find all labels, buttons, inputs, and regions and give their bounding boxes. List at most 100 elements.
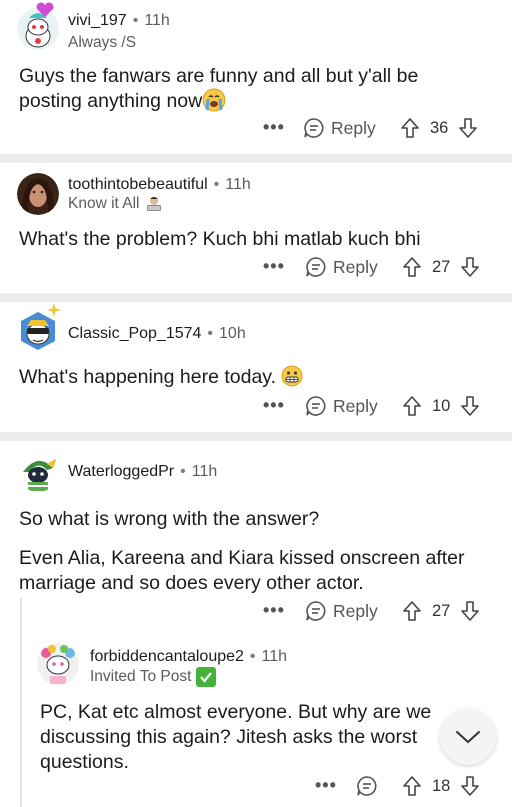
- vote-count: 36: [430, 118, 449, 137]
- comment-meta: vivi_197 • 11h: [68, 12, 170, 30]
- reply-button[interactable]: Reply: [305, 600, 378, 622]
- reply-icon: [306, 601, 326, 621]
- reply-icon: [357, 776, 377, 796]
- comment-meta: Classic_Pop_1574 • 10h: [68, 325, 246, 343]
- avatar[interactable]: [17, 173, 59, 215]
- vote-control: 36: [400, 117, 478, 139]
- person-at-laptop-emoji: [146, 197, 161, 211]
- downvote-icon[interactable]: [460, 395, 480, 417]
- reply-button[interactable]: Reply: [305, 395, 378, 417]
- avatar[interactable]: [37, 643, 79, 685]
- upvote-icon[interactable]: [402, 256, 422, 278]
- comment-line: marriage and so does every other actor.: [19, 572, 364, 594]
- comment-line: posting anything now: [19, 90, 203, 112]
- comment-actions: ••• Reply 27: [0, 598, 512, 626]
- reply-icon: [306, 396, 326, 416]
- user-flair: Know it All: [68, 195, 163, 213]
- comment-line: questions.: [40, 751, 129, 773]
- comment-line: What's happening here today.: [19, 366, 277, 388]
- comment-divider: [0, 432, 512, 441]
- separator-dot: •: [207, 325, 214, 342]
- reply-label: Reply: [333, 600, 378, 621]
- more-options-button[interactable]: •••: [263, 600, 285, 621]
- timestamp: 11h: [144, 12, 170, 29]
- separator-dot: •: [213, 176, 220, 193]
- user-flair: Invited To Post: [90, 667, 217, 687]
- downvote-icon[interactable]: [460, 600, 480, 622]
- snoo-avatar-icon: [37, 643, 79, 685]
- username[interactable]: Classic_Pop_1574: [68, 325, 201, 342]
- vote-control: 27: [402, 256, 480, 278]
- reply-button[interactable]: Reply: [303, 117, 376, 139]
- username[interactable]: vivi_197: [68, 12, 127, 29]
- upvote-icon[interactable]: [402, 395, 422, 417]
- comment-actions: ••• Reply 10: [0, 393, 512, 421]
- vote-count: 27: [432, 601, 451, 620]
- comment-line: discussing this again? Jitesh asks the w…: [40, 726, 418, 748]
- flair-text: Always /S: [68, 34, 137, 51]
- reply-icon: [304, 118, 324, 138]
- crying-face-emoji: [202, 88, 226, 112]
- comment-body: What's the problem? Kuch bhi matlab kuch…: [19, 227, 489, 252]
- comment-actions: ••• Reply 36: [0, 115, 512, 143]
- downvote-icon[interactable]: [460, 256, 480, 278]
- more-options-button[interactable]: •••: [263, 117, 285, 138]
- scroll-next-comment-button[interactable]: [440, 709, 496, 765]
- more-options-button[interactable]: •••: [263, 395, 285, 416]
- upvote-icon[interactable]: [400, 117, 420, 139]
- username[interactable]: WaterloggedPr: [68, 463, 174, 480]
- comment-meta: WaterloggedPr • 11h: [68, 463, 217, 481]
- flair-text: Know it All: [68, 195, 140, 212]
- comment-body: PC, Kat etc almost everyone. But why are…: [40, 700, 460, 775]
- reply-icon: [306, 257, 326, 277]
- timestamp: 11h: [225, 176, 251, 193]
- username[interactable]: toothintobebeautiful: [68, 176, 208, 193]
- check-mark-emoji: [196, 667, 217, 687]
- flair-text: Invited To Post: [90, 668, 192, 685]
- downvote-icon[interactable]: [460, 775, 480, 797]
- vote-control: 27: [402, 600, 480, 622]
- separator-dot: •: [132, 12, 139, 29]
- reply-label: Reply: [333, 256, 378, 277]
- photo-avatar-icon: [17, 173, 59, 215]
- vote-count: 10: [432, 396, 451, 415]
- comment-meta: forbiddencantaloupe2 • 11h: [90, 648, 287, 666]
- vote-count: 27: [432, 257, 451, 276]
- comment-actions: ••• Reply 27: [0, 254, 512, 282]
- reply-button[interactable]: Reply: [305, 256, 378, 278]
- user-flair: Always /S: [68, 34, 136, 52]
- chevron-down-icon: [456, 731, 480, 744]
- comment-line: So what is wrong with the answer?: [19, 508, 320, 530]
- username[interactable]: forbiddencantaloupe2: [90, 648, 244, 665]
- more-options-button[interactable]: •••: [315, 775, 337, 796]
- comment-line: What's the problem? Kuch bhi matlab kuch…: [19, 228, 421, 250]
- downvote-icon[interactable]: [458, 117, 478, 139]
- separator-dot: •: [180, 463, 186, 480]
- grimacing-face-emoji: [281, 365, 303, 387]
- comment-meta: toothintobebeautiful • 11h: [68, 176, 251, 194]
- comment-line: PC, Kat etc almost everyone. But why are…: [40, 701, 432, 723]
- comment-line: Guys the fanwars are funny and all but y…: [19, 65, 419, 87]
- comment-line-with-emoji: posting anything now: [19, 88, 489, 114]
- heart-badge-icon: [36, 2, 54, 17]
- upvote-icon[interactable]: [402, 775, 422, 797]
- sparkle-badge-icon: [47, 303, 61, 317]
- timestamp: 11h: [261, 648, 288, 665]
- comment-body: What's happening here today.: [19, 365, 489, 390]
- comment-actions: ••• 18: [0, 773, 512, 801]
- separator-dot: •: [249, 648, 256, 665]
- comment-divider: [0, 293, 512, 302]
- vote-control: 18: [402, 775, 480, 797]
- comment-line-with-emoji: What's happening here today.: [19, 365, 489, 390]
- timestamp: 11h: [191, 463, 218, 480]
- reply-label: Reply: [331, 117, 376, 138]
- comment-line: Even Alia, Kareena and Kiara kissed onsc…: [19, 547, 465, 569]
- comment-body: Guys the fanwars are funny and all but y…: [19, 64, 489, 114]
- comment-divider: [0, 154, 512, 163]
- timestamp: 10h: [219, 325, 246, 342]
- more-options-button[interactable]: •••: [263, 256, 285, 277]
- avatar[interactable]: [17, 450, 59, 492]
- upvote-icon[interactable]: [402, 600, 422, 622]
- reply-button[interactable]: [356, 775, 378, 797]
- reply-label: Reply: [333, 395, 378, 416]
